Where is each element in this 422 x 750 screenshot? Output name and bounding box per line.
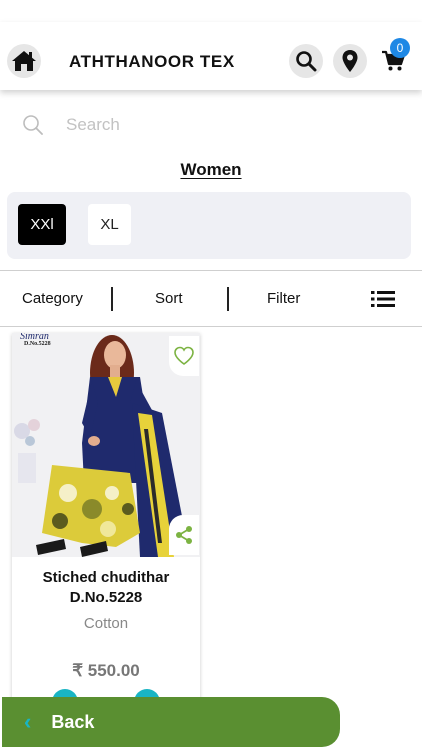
product-price: ₹ 550.00 bbox=[72, 661, 140, 680]
size-chip-xxl[interactable]: XXl bbox=[18, 204, 66, 245]
category-button[interactable]: Category bbox=[22, 290, 83, 307]
share-button[interactable] bbox=[169, 515, 199, 555]
search-bar bbox=[0, 100, 422, 148]
product-name[interactable]: Stiched chudithar D.No.5228 bbox=[12, 568, 200, 608]
home-button[interactable] bbox=[7, 44, 41, 78]
location-button[interactable] bbox=[333, 44, 367, 78]
product-material: Cotton bbox=[83, 615, 129, 632]
search-icon bbox=[23, 115, 43, 135]
search-button[interactable] bbox=[289, 44, 323, 78]
sort-filter-bar: Category Sort Filter bbox=[0, 270, 422, 327]
chevron-left-icon: ‹ bbox=[24, 709, 32, 734]
filter-button[interactable]: Filter bbox=[267, 290, 300, 307]
search-input[interactable] bbox=[66, 110, 386, 140]
back-label: Back bbox=[51, 711, 95, 732]
sort-button[interactable]: Sort bbox=[155, 290, 183, 307]
search-icon bbox=[296, 51, 317, 72]
size-chip-xl[interactable]: XL bbox=[88, 204, 131, 245]
share-icon bbox=[176, 526, 192, 544]
list-view-icon[interactable] bbox=[371, 290, 395, 308]
cart-count-badge: 0 bbox=[390, 38, 410, 58]
wishlist-button[interactable] bbox=[169, 336, 199, 376]
app-screen: ATHTHANOOR TEX 0 Search Women XXl XL Cat… bbox=[0, 0, 422, 750]
divider bbox=[227, 287, 229, 311]
app-title: ATHTHANOOR TEX bbox=[69, 52, 235, 71]
location-pin-icon bbox=[342, 50, 358, 72]
product-card[interactable]: Simran D.No.5228 Stiched chudithar D.No.… bbox=[12, 333, 200, 715]
back-button[interactable]: ‹ Back bbox=[2, 697, 340, 747]
heart-outline-icon bbox=[174, 346, 194, 365]
divider bbox=[111, 287, 113, 311]
image-design-caption: D.No.5228 bbox=[24, 341, 51, 347]
app-header: ATHTHANOOR TEX 0 bbox=[0, 22, 422, 90]
size-filter-bar: XXl XL bbox=[7, 192, 411, 259]
section-title: Women bbox=[180, 160, 242, 179]
home-icon bbox=[12, 51, 36, 71]
product-image[interactable]: Simran D.No.5228 bbox=[12, 333, 200, 557]
